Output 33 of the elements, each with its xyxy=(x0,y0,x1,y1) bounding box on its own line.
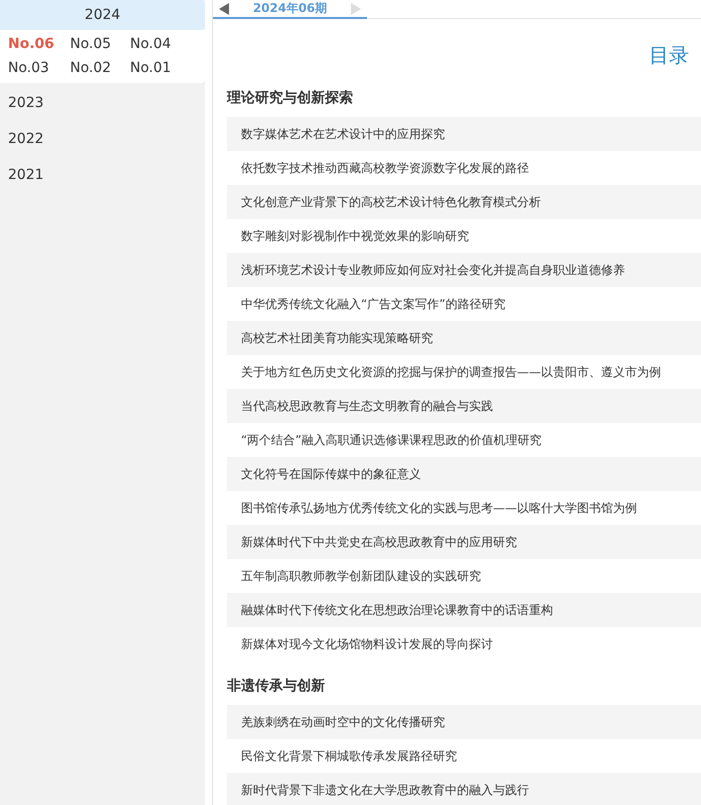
issue-link[interactable]: No.05 xyxy=(70,32,130,56)
article-link[interactable]: 高校艺术社团美育功能实现策略研究 xyxy=(227,321,701,355)
article-link[interactable]: 图书馆传承弘扬地方优秀传统文化的实践与思考——以喀什大学图书馆为例 xyxy=(227,491,701,525)
article-link[interactable]: 数字雕刻对影视制作中视觉效果的影响研究 xyxy=(227,219,701,253)
article-link[interactable]: 当代高校思政教育与生态文明教育的融合与实践 xyxy=(227,389,701,423)
article-link[interactable]: 融媒体时代下传统文化在思想政治理论课教育中的话语重构 xyxy=(227,593,701,627)
article-link[interactable]: 羌族刺绣在动画时空中的文化传播研究 xyxy=(227,705,701,739)
article-link[interactable]: 新媒体时代下中共党史在高校思政教育中的应用研究 xyxy=(227,525,701,559)
issue-link[interactable]: No.04 xyxy=(130,32,190,56)
article-link[interactable]: “两个结合”融入高职通识选修课课程思政的价值机理研究 xyxy=(227,423,701,457)
article-link[interactable]: 依托数字技术推动西藏高校教学资源数字化发展的路径 xyxy=(227,151,701,185)
issue-link[interactable]: No.03 xyxy=(8,56,70,80)
article-link[interactable]: 数字媒体艺术在艺术设计中的应用探究 xyxy=(227,117,701,151)
year-item[interactable]: 2024 xyxy=(0,0,205,30)
article-link[interactable]: 民俗文化背景下桐城歌传承发展路径研究 xyxy=(227,739,701,773)
issue-link[interactable]: No.06 xyxy=(8,32,70,56)
previous-arrow-icon[interactable] xyxy=(219,2,229,14)
issue-link[interactable]: No.01 xyxy=(130,56,190,80)
article-link[interactable]: 关于地方红色历史文化资源的挖掘与保护的调查报告——以贵阳市、遵义市为例 xyxy=(227,355,701,389)
article-link[interactable]: 文化符号在国际传媒中的象征意义 xyxy=(227,457,701,491)
year-item[interactable]: 2023 xyxy=(0,85,205,121)
article-link[interactable]: 新时代背景下非遗文化在大学思政教育中的融入与践行 xyxy=(227,773,701,805)
year-item[interactable]: 2022 xyxy=(0,121,205,157)
issue-link[interactable]: No.02 xyxy=(70,56,130,80)
toc-title: 目录 xyxy=(649,42,689,69)
article-link[interactable]: 新媒体对现今文化场馆物料设计发展的导向探讨 xyxy=(227,627,701,661)
section-heading: 非遗传承与创新 xyxy=(227,676,326,696)
article-link[interactable]: 五年制高职教师教学创新团队建设的实践研究 xyxy=(227,559,701,593)
article-link[interactable]: 浅析环境艺术设计专业教师应如何应对社会变化并提高自身职业道德修养 xyxy=(227,253,701,287)
article-link[interactable]: 文化创意产业背景下的高校艺术设计特色化教育模式分析 xyxy=(227,185,701,219)
year-item[interactable]: 2021 xyxy=(0,157,205,193)
article-link[interactable]: 中华优秀传统文化融入“广告文案写作”的路径研究 xyxy=(227,287,701,321)
section-heading: 理论研究与创新探索 xyxy=(227,88,354,108)
